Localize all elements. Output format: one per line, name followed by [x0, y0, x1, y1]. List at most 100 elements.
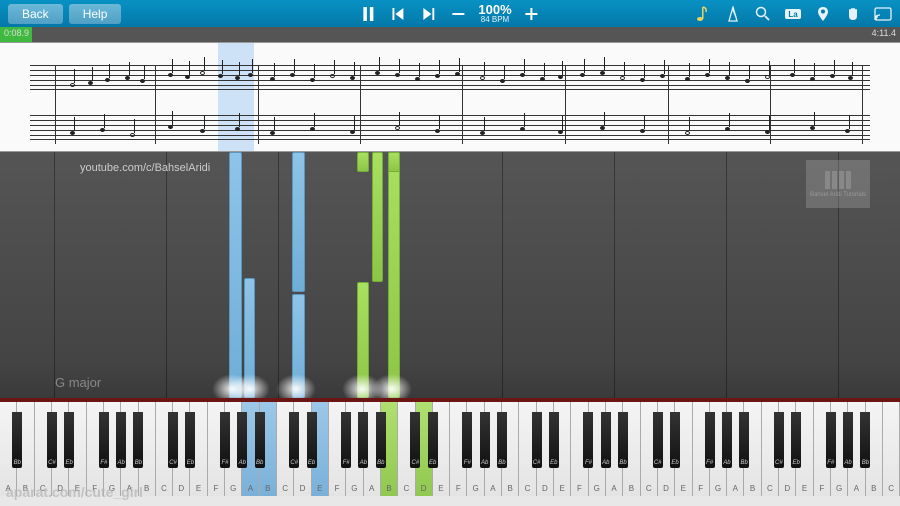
key-label: G — [467, 484, 483, 493]
black-key[interactable]: Bb — [133, 412, 143, 468]
key-label: Bb — [12, 460, 22, 466]
key-label: C# — [47, 460, 57, 466]
search-icon[interactable] — [754, 5, 772, 23]
black-key[interactable]: Eb — [670, 412, 680, 468]
black-key[interactable]: F# — [826, 412, 836, 468]
key-label: Ab — [116, 460, 126, 466]
tempo-minus-button[interactable] — [448, 4, 468, 24]
black-key[interactable]: Bb — [618, 412, 628, 468]
key-label: F — [208, 484, 224, 493]
black-key[interactable]: Eb — [185, 412, 195, 468]
key-label: B — [623, 484, 639, 493]
tempo-display: 100% 84 BPM — [478, 3, 511, 24]
black-key[interactable]: Bb — [739, 412, 749, 468]
key-label: A — [606, 484, 622, 493]
location-icon[interactable] — [814, 5, 832, 23]
key-label: A — [848, 484, 864, 493]
key-label: D — [416, 484, 432, 493]
black-key[interactable]: F# — [462, 412, 472, 468]
key-signature-label: G major — [55, 375, 101, 390]
back-button[interactable]: Back — [8, 4, 63, 24]
key-label: G — [225, 484, 241, 493]
hand-icon[interactable] — [844, 5, 862, 23]
key-label: F# — [220, 460, 230, 466]
key-label: C — [398, 484, 414, 493]
key-label: D — [537, 484, 553, 493]
black-key[interactable]: Ab — [843, 412, 853, 468]
key-label: Ab — [843, 460, 853, 466]
key-label: D — [173, 484, 189, 493]
black-key[interactable]: Ab — [601, 412, 611, 468]
labels-icon[interactable]: La — [784, 5, 802, 23]
score-panel[interactable] — [0, 42, 900, 152]
tempo-plus-button[interactable] — [522, 4, 542, 24]
key-label: Ab — [722, 460, 732, 466]
key-label: E — [675, 484, 691, 493]
cast-icon[interactable] — [874, 5, 892, 23]
falling-note — [388, 152, 400, 172]
black-key[interactable]: Ab — [480, 412, 490, 468]
key-label: D — [294, 484, 310, 493]
key-label: Bb — [133, 460, 143, 466]
key-label: G — [589, 484, 605, 493]
prev-button[interactable] — [388, 4, 408, 24]
black-key[interactable]: Bb — [497, 412, 507, 468]
key-label: C# — [168, 460, 178, 466]
key-label: C — [641, 484, 657, 493]
timeline[interactable]: 0:08.9 4:11.4 — [0, 27, 900, 42]
black-key[interactable]: F# — [99, 412, 109, 468]
key-label: B — [866, 484, 882, 493]
black-key[interactable]: Eb — [428, 412, 438, 468]
next-button[interactable] — [418, 4, 438, 24]
black-key[interactable]: C# — [168, 412, 178, 468]
note-icon[interactable] — [694, 5, 712, 23]
falling-note — [372, 152, 383, 282]
black-key[interactable]: Ab — [358, 412, 368, 468]
treble-staff — [30, 65, 870, 90]
key-label: Eb — [64, 460, 74, 466]
key-label: Ab — [480, 460, 490, 466]
black-key[interactable]: C# — [532, 412, 542, 468]
black-key[interactable]: Eb — [549, 412, 559, 468]
falling-note — [388, 152, 400, 398]
black-key[interactable]: F# — [583, 412, 593, 468]
black-key[interactable]: Bb — [860, 412, 870, 468]
key-label: Eb — [791, 460, 801, 466]
black-key[interactable]: Eb — [307, 412, 317, 468]
black-key[interactable]: F# — [341, 412, 351, 468]
black-key[interactable]: C# — [774, 412, 784, 468]
black-key[interactable]: C# — [289, 412, 299, 468]
key-label: Bb — [497, 460, 507, 466]
key-label: A — [364, 484, 380, 493]
key-label: F# — [705, 460, 715, 466]
black-key[interactable]: F# — [220, 412, 230, 468]
key-label: Eb — [185, 460, 195, 466]
black-key[interactable]: Eb — [791, 412, 801, 468]
black-key[interactable]: Bb — [376, 412, 386, 468]
black-key[interactable]: Bb — [255, 412, 265, 468]
time-total: 4:11.4 — [872, 28, 896, 38]
key-label: C — [762, 484, 778, 493]
black-key[interactable]: Bb — [12, 412, 22, 468]
black-key[interactable]: Ab — [116, 412, 126, 468]
black-key[interactable]: C# — [47, 412, 57, 468]
falling-note — [244, 278, 255, 398]
metronome-icon[interactable] — [724, 5, 742, 23]
help-button[interactable]: Help — [69, 4, 122, 24]
black-key[interactable]: C# — [653, 412, 663, 468]
pause-button[interactable] — [358, 4, 378, 24]
key-label: F — [814, 484, 830, 493]
svg-text:La: La — [788, 10, 798, 19]
key-label: Ab — [237, 460, 247, 466]
key-label: D — [658, 484, 674, 493]
black-key[interactable]: Ab — [722, 412, 732, 468]
key-label: F# — [583, 460, 593, 466]
key-label: F — [329, 484, 345, 493]
white-key[interactable]: C — [883, 402, 900, 496]
black-key[interactable]: F# — [705, 412, 715, 468]
black-key[interactable]: C# — [410, 412, 420, 468]
black-key[interactable]: Ab — [237, 412, 247, 468]
key-label: A — [242, 484, 258, 493]
black-key[interactable]: Eb — [64, 412, 74, 468]
key-label: F# — [826, 460, 836, 466]
